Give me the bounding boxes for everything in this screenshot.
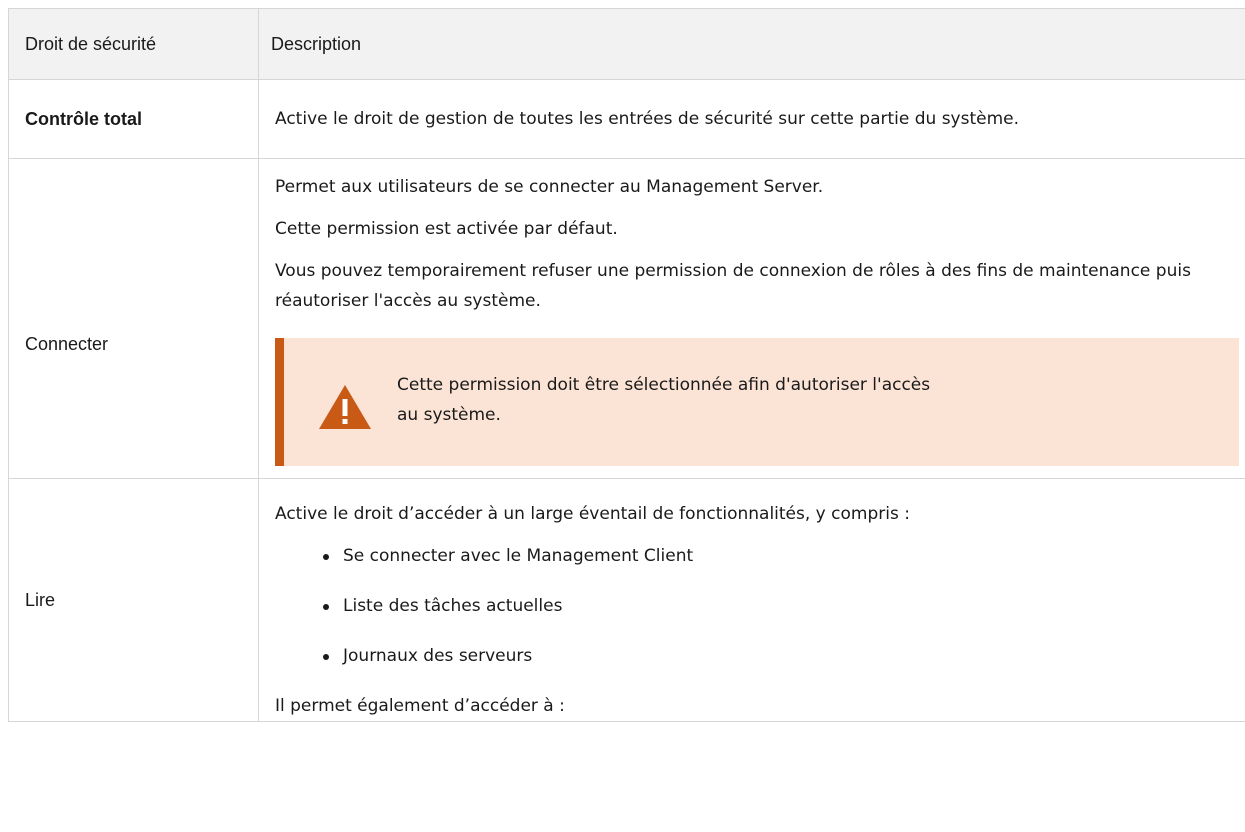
- feature-list: Se connecter avec le Management Client L…: [275, 541, 1239, 671]
- right-description: Active le droit d’accéder à un large éve…: [258, 478, 1245, 722]
- warning-triangle-icon: [319, 385, 371, 429]
- header-description: Description: [258, 8, 1245, 80]
- right-name: Connecter: [8, 158, 259, 479]
- security-rights-table: Droit de sécurité Description Contrôle t…: [8, 8, 1245, 722]
- list-item: Liste des tâches actuelles: [323, 591, 1239, 621]
- description-paragraph: Cette permission est activée par défaut.: [275, 219, 618, 239]
- right-name: Contrôle total: [8, 79, 259, 159]
- description-outro: Il permet également d’accéder à :: [275, 696, 565, 716]
- description-paragraph: Permet aux utilisateurs de se connecter …: [275, 177, 824, 197]
- table-row: Connecter Permet aux utilisateurs de se …: [8, 158, 1245, 479]
- right-name: Lire: [8, 478, 259, 722]
- list-item: Se connecter avec le Management Client: [323, 541, 1239, 571]
- description-intro: Active le droit d’accéder à un large éve…: [275, 504, 910, 524]
- table-header-row: Droit de sécurité Description: [8, 8, 1245, 80]
- warning-text: Cette permission doit être sélectionnée …: [397, 370, 957, 430]
- table-row: Contrôle total Active le droit de gestio…: [8, 79, 1245, 159]
- warning-text-line: au système.: [397, 405, 501, 425]
- description-text: Active le droit de gestion de toutes les…: [275, 109, 1020, 129]
- right-description: Active le droit de gestion de toutes les…: [258, 79, 1245, 159]
- header-security-right: Droit de sécurité: [8, 8, 259, 80]
- table-row: Lire Active le droit d’accéder à un larg…: [8, 478, 1245, 722]
- list-item: Journaux des serveurs: [323, 641, 1239, 671]
- warning-callout: Cette permission doit être sélectionnée …: [275, 338, 1239, 466]
- right-description: Permet aux utilisateurs de se connecter …: [258, 158, 1245, 479]
- warning-text-line: Cette permission doit être sélectionnée …: [397, 375, 931, 395]
- description-paragraph: Vous pouvez temporairement refuser une p…: [275, 261, 1191, 311]
